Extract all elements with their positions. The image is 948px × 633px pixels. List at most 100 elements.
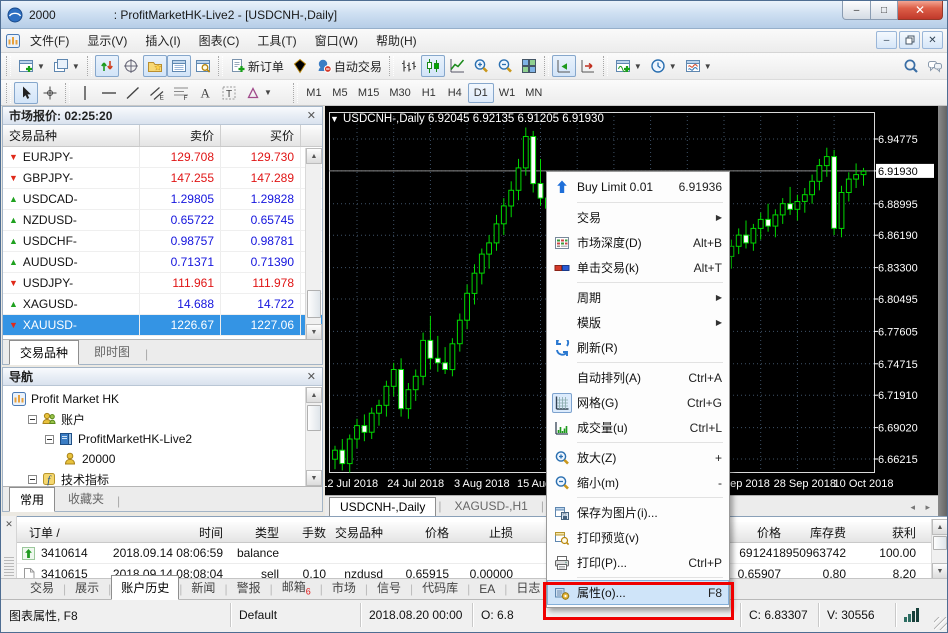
scroll-up-icon[interactable]: ▲ [306,387,322,403]
terminal-tab-1[interactable]: 展示 [66,576,108,599]
navigator-item[interactable]: Profit Market HK [3,389,322,409]
close-button[interactable]: ✕ [898,1,943,20]
cursor-tool[interactable] [14,82,38,104]
metaeditor-button[interactable] [288,55,312,77]
context-menu-item-template[interactable]: 模版▶ [547,310,729,335]
market-watch-scrollbar[interactable]: ▲▼ [305,148,321,340]
autotrading-button[interactable]: 自动交易 [312,55,386,77]
market-watch-tab-1[interactable]: 即时图 [83,339,141,364]
terminal-tab-10[interactable]: 日志 [507,576,549,599]
context-menu-item-save-as-picture[interactable]: 保存为图片(i)... [547,500,729,525]
vline-tool[interactable] [73,82,97,104]
context-menu-item-grid[interactable]: 网格(G)Ctrl+G [547,390,729,415]
menu-item-6[interactable]: 帮助(H) [367,29,426,52]
timeframe-d1[interactable]: D1 [468,83,494,103]
terminal-tab-5[interactable]: 邮箱6 [273,575,320,599]
timeframe-mn[interactable]: MN [520,83,547,103]
terminal-column-0[interactable]: 订单 / [29,522,60,542]
templates-button[interactable]: ▼ [681,55,716,77]
line-mode-button[interactable] [445,55,469,77]
indicators-button[interactable]: ▼ [611,55,646,77]
market-watch-close-icon[interactable]: ✕ [307,109,316,122]
new-chart-button[interactable]: ▼ [14,55,49,77]
autoscroll-button[interactable] [552,55,576,77]
timeframe-w1[interactable]: W1 [494,83,521,103]
strategy-tester-button[interactable] [191,55,215,77]
navigator-tab-1[interactable]: 收藏夹 [57,486,115,511]
context-menu-item-periodicity[interactable]: 周期▶ [547,285,729,310]
terminal-button[interactable] [167,55,191,77]
terminal-column-6[interactable]: 止损 [489,522,513,542]
market-watch-row[interactable]: ▲AUDUSD-0.713710.71390 [3,252,322,273]
scroll-down-icon[interactable]: ▼ [932,563,948,578]
fibo-tool[interactable]: F [169,82,193,104]
trendline-tool[interactable] [121,82,145,104]
zoom-in-button[interactable] [469,55,493,77]
menu-item-5[interactable]: 窗口(W) [306,29,367,52]
terminal-column-2[interactable]: 类型 [255,522,279,542]
timeframe-m1[interactable]: M1 [301,83,327,103]
column-header-2[interactable]: 买价 [221,125,301,146]
market-watch-button[interactable] [95,55,119,77]
market-watch-row[interactable]: ▼EURJPY-129.708129.730 [3,147,322,168]
market-watch-row[interactable]: ▼USDJPY-111.961111.978 [3,273,322,294]
navigator-item[interactable]: 账户 [3,409,322,429]
market-watch-row[interactable]: ▼XAUUSD-1226.671227.06 [3,315,322,336]
context-menu-item-auto-arrange[interactable]: 自动排列(A)Ctrl+A [547,365,729,390]
label-tool[interactable]: T [217,82,241,104]
new-order-button[interactable]: 新订单 [226,55,288,77]
context-menu-item-refresh[interactable]: 刷新(R) [547,335,729,360]
market-watch-row[interactable]: ▲USDCHF-0.987570.98781 [3,231,322,252]
terminal-tab-4[interactable]: 警报 [228,576,270,599]
context-menu-item-one-click-trading[interactable]: 单击交易(k)Alt+T [547,255,729,280]
context-menu-item-buy-limit[interactable]: Buy Limit 0.016.91936 [547,174,729,200]
navigator-item[interactable]: 20000 [3,449,322,469]
data-window-button[interactable] [119,55,143,77]
mdi-minimize-button[interactable]: – [876,31,897,49]
timeframe-m5[interactable]: M5 [327,83,353,103]
terminal-column-10[interactable]: 获利 [892,522,916,542]
context-menu-item-volumes[interactable]: 成交量(u)Ctrl+L [547,415,729,440]
market-watch-row[interactable]: ▼GBPJPY-147.255147.289 [3,168,322,189]
terminal-tab-2[interactable]: 账户历史 [111,575,179,600]
timeframe-h4[interactable]: H4 [442,83,468,103]
market-watch-row[interactable]: ▲NZDUSD-0.657220.65745 [3,210,322,231]
scroll-down-icon[interactable]: ▼ [306,470,322,486]
context-menu-item-zoom-in[interactable]: 放大(Z)+ [547,445,729,470]
terminal-column-3[interactable]: 手数 [302,522,326,542]
context-menu-item-print[interactable]: 打印(P)...Ctrl+P [547,550,729,575]
scroll-thumb[interactable] [933,536,947,550]
text-tool[interactable]: A [193,82,217,104]
timeframe-m30[interactable]: M30 [384,83,415,103]
navigator-item[interactable]: ProfitMarketHK-Live2 [3,429,322,449]
timeframe-m15[interactable]: M15 [353,83,384,103]
terminal-tab-9[interactable]: EA [470,579,504,599]
market-watch-tab-0[interactable]: 交易品种 [9,340,79,365]
navigator-scrollbar[interactable]: ▲▼ [305,387,321,486]
tree-collapse-icon[interactable] [28,475,37,484]
terminal-column-9[interactable]: 库存费 [810,522,846,542]
chart-tab-1[interactable]: XAGUSD-,H1 [443,496,538,516]
chat-button[interactable] [923,55,947,77]
terminal-tab-0[interactable]: 交易 [21,576,63,599]
candles-mode-button[interactable] [421,55,445,77]
profiles-button[interactable]: ▼ [49,55,84,77]
scroll-up-icon[interactable]: ▲ [932,519,948,535]
periods-button[interactable]: ▼ [646,55,681,77]
mdi-restore-button[interactable] [899,31,920,49]
minimize-button[interactable]: – [842,1,871,20]
terminal-column-1[interactable]: 时间 [199,522,223,542]
zoom-out-button[interactable] [493,55,517,77]
scroll-down-icon[interactable]: ▼ [306,324,322,340]
terminal-column-8[interactable]: 价格 [757,522,781,542]
chart-shift-button[interactable] [576,55,600,77]
terminal-row[interactable]: 34106142018.09.14 08:06:59balance6912418… [17,543,931,564]
tile-windows-button[interactable] [517,55,541,77]
terminal-scrollbar[interactable]: ▲▼ [931,519,947,578]
market-watch-row[interactable]: ▲USDCAD-1.298051.29828 [3,189,322,210]
terminal-tab-3[interactable]: 新闻 [182,576,224,599]
menu-item-1[interactable]: 显示(V) [78,29,136,52]
chart-tab-0[interactable]: USDCNH-,Daily [329,497,436,517]
context-menu-item-properties[interactable]: 属性(o)...F8 [547,580,729,605]
bars-mode-button[interactable] [397,55,421,77]
